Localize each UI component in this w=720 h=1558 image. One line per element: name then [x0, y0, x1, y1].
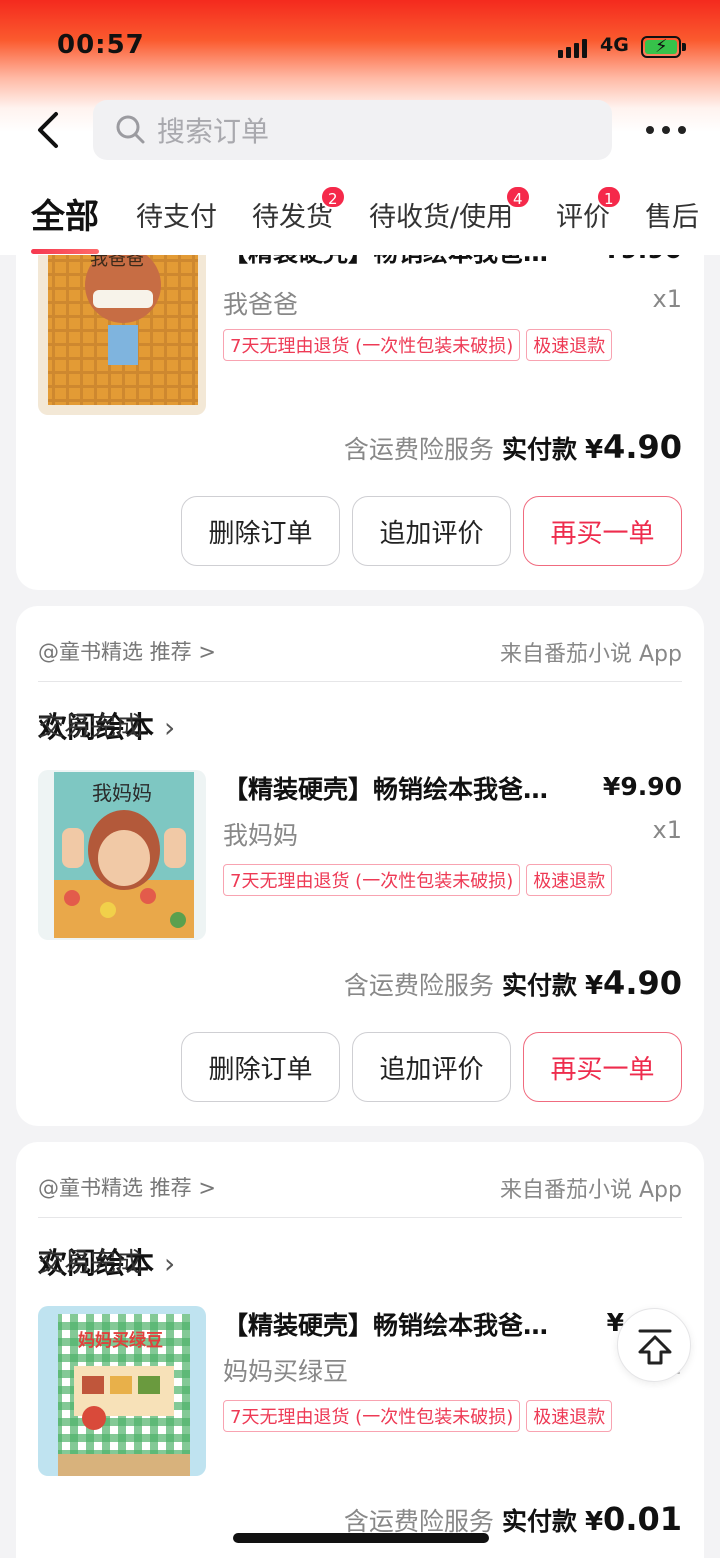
clock: 00:57: [57, 30, 145, 60]
book-cover-title: 我妈妈: [92, 781, 152, 805]
order-actions: 删除订单 追加评价 再买一单: [181, 1032, 682, 1102]
tab-after-sales[interactable]: 售后: [645, 195, 699, 234]
search-input[interactable]: 搜索订单: [93, 100, 612, 160]
book-cover-image: 妈妈买绿豆: [38, 1306, 206, 1476]
order-source: 来自番茄小说 App: [500, 642, 682, 667]
paid-label: 实付款: [501, 435, 577, 464]
delete-order-button[interactable]: 删除订单: [181, 1032, 340, 1102]
store-row[interactable]: 欢阅绘本 › 交易完成: [38, 704, 682, 744]
book-cover-title: 妈妈买绿豆: [78, 1330, 163, 1351]
service-tags: 7天无理由退货 (一次性包装未破损) 极速退款: [223, 1400, 613, 1432]
paid-label: 实付款: [501, 1507, 577, 1536]
signal-icon: [558, 38, 590, 58]
tag-return-policy: 7天无理由退货 (一次性包装未破损): [223, 329, 521, 361]
tab-label: 全部: [31, 197, 99, 237]
count-badge: 1: [596, 185, 622, 209]
order-status: 交易完成: [38, 1248, 143, 1278]
add-review-button[interactable]: 追加评价: [352, 1032, 511, 1102]
add-review-button[interactable]: 追加评价: [352, 496, 511, 566]
order-actions: 删除订单 追加评价 再买一单: [181, 496, 682, 566]
recommend-line: @童书精选 推荐 > 来自番茄小说 App: [38, 1172, 682, 1218]
book-cover-image: 我爸爸: [38, 245, 206, 415]
order-totals: 含运费险服务 实付款 ¥4.90: [344, 428, 682, 468]
tab-label: 待发货: [252, 202, 333, 233]
order-source: 来自番茄小说 App: [500, 1178, 682, 1203]
insurance-label: 含运费险服务: [343, 1507, 494, 1536]
tab-pending-shipment[interactable]: 待发货 2: [252, 185, 346, 234]
top-nav: 搜索订单: [0, 98, 720, 162]
product-spec: 妈妈买绿豆: [223, 1357, 349, 1386]
buy-again-button[interactable]: 再买一单: [523, 1032, 682, 1102]
search-placeholder: 搜索订单: [157, 115, 270, 148]
order-status: 交易完成: [38, 712, 143, 742]
scroll-to-top-icon: [638, 1329, 672, 1365]
order-totals: 含运费险服务 实付款 ¥4.90: [344, 964, 682, 1004]
service-tags: 7天无理由退货 (一次性包装未破损) 极速退款: [223, 864, 613, 896]
order-item[interactable]: 我妈妈 【精装硬壳】畅销绘本我爸… ¥9.90 我妈妈 x1 7天无理由退货 (…: [38, 770, 682, 950]
paid-label: 实付款: [501, 971, 577, 1000]
store-row[interactable]: 欢阅绘本 › 交易完成: [38, 1240, 682, 1280]
search-icon: [116, 115, 145, 144]
insurance-label: 含运费险服务: [343, 971, 494, 1000]
paid-amount: 4.90: [603, 428, 682, 466]
tag-fast-refund: 极速退款: [526, 1400, 613, 1432]
tag-fast-refund: 极速退款: [526, 864, 613, 896]
product-title[interactable]: 【精装硬壳】畅销绘本我爸…: [223, 770, 583, 806]
more-icon[interactable]: [646, 120, 686, 140]
home-indicator: [233, 1533, 489, 1543]
service-tags: 7天无理由退货 (一次性包装未破损) 极速退款: [223, 329, 613, 361]
book-cover-image: 我妈妈: [38, 770, 206, 940]
recommend-line: @童书精选 推荐 > 来自番茄小说 App: [38, 636, 682, 682]
tab-pending-payment[interactable]: 待支付: [136, 195, 217, 234]
scroll-to-top-button[interactable]: [617, 1308, 691, 1382]
active-tab-indicator: [31, 249, 99, 254]
paid-amount: 0.01: [603, 1500, 682, 1538]
order-card: @童书精选 推荐 > 来自番茄小说 App 欢阅绘本 › 交易完成 妈妈买绿豆 …: [16, 1142, 704, 1558]
order-item[interactable]: 我爸爸 【精装硬壳】畅销绘本我爸… ¥9.90 我爸爸 x1 7天无理由退货 (…: [38, 235, 682, 425]
tab-label: 待支付: [136, 202, 217, 233]
paid-amount: 4.90: [603, 964, 682, 1002]
delete-order-button[interactable]: 删除订单: [181, 496, 340, 566]
product-title[interactable]: 【精装硬壳】畅销绘本我爸…: [223, 1306, 583, 1342]
tab-pending-receipt[interactable]: 待收货/使用 4: [369, 185, 531, 234]
insurance-label: 含运费险服务: [343, 435, 494, 464]
order-card: 我爸爸 【精装硬壳】畅销绘本我爸… ¥9.90 我爸爸 x1 7天无理由退货 (…: [16, 200, 704, 590]
count-badge: 2: [320, 185, 346, 209]
currency-symbol: ¥: [584, 435, 604, 465]
count-badge: 4: [505, 185, 531, 209]
tag-fast-refund: 极速退款: [526, 329, 613, 361]
order-tabs: 全部 待支付 待发货 2 待收货/使用 4 评价 1 售后: [0, 185, 720, 255]
tab-label: 售后: [645, 202, 699, 233]
currency-symbol: ¥: [584, 1507, 604, 1537]
product-spec: 我妈妈: [223, 821, 299, 850]
recommend-link[interactable]: @童书精选 推荐 >: [38, 1172, 216, 1202]
product-qty: x1: [652, 285, 682, 313]
status-bar: 00:57 4G ⚡: [0, 28, 720, 68]
tab-all[interactable]: 全部: [31, 189, 99, 254]
tag-return-policy: 7天无理由退货 (一次性包装未破损): [223, 864, 521, 896]
battery-charging-icon: ⚡: [641, 36, 686, 58]
product-price: ¥9.90: [602, 772, 682, 801]
product-spec: 我爸爸: [223, 290, 299, 319]
order-card: @童书精选 推荐 > 来自番茄小说 App 欢阅绘本 › 交易完成 我妈妈 【精装…: [16, 606, 704, 1126]
currency-symbol: ¥: [584, 971, 604, 1001]
network-type: 4G: [600, 34, 629, 56]
order-item[interactable]: 妈妈买绿豆 【精装硬壳】畅销绘本我爸… ¥ 妈妈买绿豆 x1 7天无理由退货 (…: [38, 1306, 682, 1486]
tab-review[interactable]: 评价 1: [556, 185, 622, 234]
product-qty: x1: [652, 816, 682, 844]
tag-return-policy: 7天无理由退货 (一次性包装未破损): [223, 1400, 521, 1432]
buy-again-button[interactable]: 再买一单: [523, 496, 682, 566]
recommend-link[interactable]: @童书精选 推荐 >: [38, 636, 216, 666]
tab-label: 待收货/使用: [369, 202, 514, 233]
back-arrow-icon[interactable]: [32, 108, 66, 152]
